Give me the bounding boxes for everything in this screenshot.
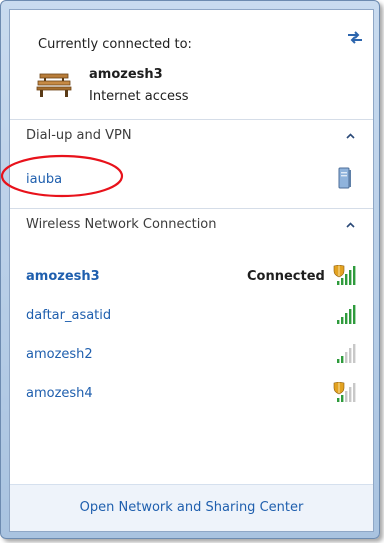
connected-status: Connected — [247, 269, 325, 284]
wireless-label: Wireless Network Connection — [26, 217, 217, 232]
network-popup-frame: Currently connected to: amozesh3 Interne… — [0, 0, 380, 539]
wireless-section-header[interactable]: Wireless Network Connection — [10, 208, 373, 241]
wifi-item-label: amozesh4 — [26, 386, 93, 401]
connected-network-status: Internet access — [89, 89, 189, 104]
footer-bar: Open Network and Sharing Center — [10, 484, 373, 531]
network-popup-panel: Currently connected to: amozesh3 Interne… — [9, 9, 374, 532]
vpn-connection-icon — [338, 167, 351, 189]
secured-wifi-signal-icon — [333, 265, 356, 285]
wifi-item-label: amozesh2 — [26, 347, 93, 362]
wifi-item-amozesh2[interactable]: amozesh2 — [10, 341, 373, 369]
wifi-item-label: amozesh3 — [26, 269, 100, 284]
open-network-sharing-center-link[interactable]: Open Network and Sharing Center — [10, 500, 373, 515]
vpn-item-label: iauba — [26, 172, 63, 187]
wifi-item-amozesh3[interactable]: amozesh3 Connected — [10, 263, 373, 291]
wifi-item-daftar-asatid[interactable]: daftar_asatid — [10, 302, 373, 330]
secured-wifi-signal-icon — [333, 382, 356, 402]
currently-connected-header: Currently connected to: amozesh3 Interne… — [10, 10, 373, 119]
connected-network-name: amozesh3 — [89, 67, 163, 82]
wifi-signal-icon — [337, 305, 356, 324]
refresh-icon[interactable] — [345, 29, 365, 45]
wifi-item-label: daftar_asatid — [26, 308, 112, 323]
vpn-item-iauba[interactable]: iauba — [10, 166, 373, 194]
chevron-up-icon[interactable] — [346, 133, 355, 139]
wifi-item-amozesh4[interactable]: amozesh4 — [10, 380, 373, 408]
chevron-up-icon[interactable] — [346, 222, 355, 228]
bench-icon — [36, 73, 72, 97]
dialup-vpn-section-header[interactable]: Dial-up and VPN — [10, 119, 373, 152]
header-title: Currently connected to: — [38, 37, 192, 52]
dialup-vpn-label: Dial-up and VPN — [26, 128, 132, 143]
wifi-signal-icon — [337, 344, 356, 363]
